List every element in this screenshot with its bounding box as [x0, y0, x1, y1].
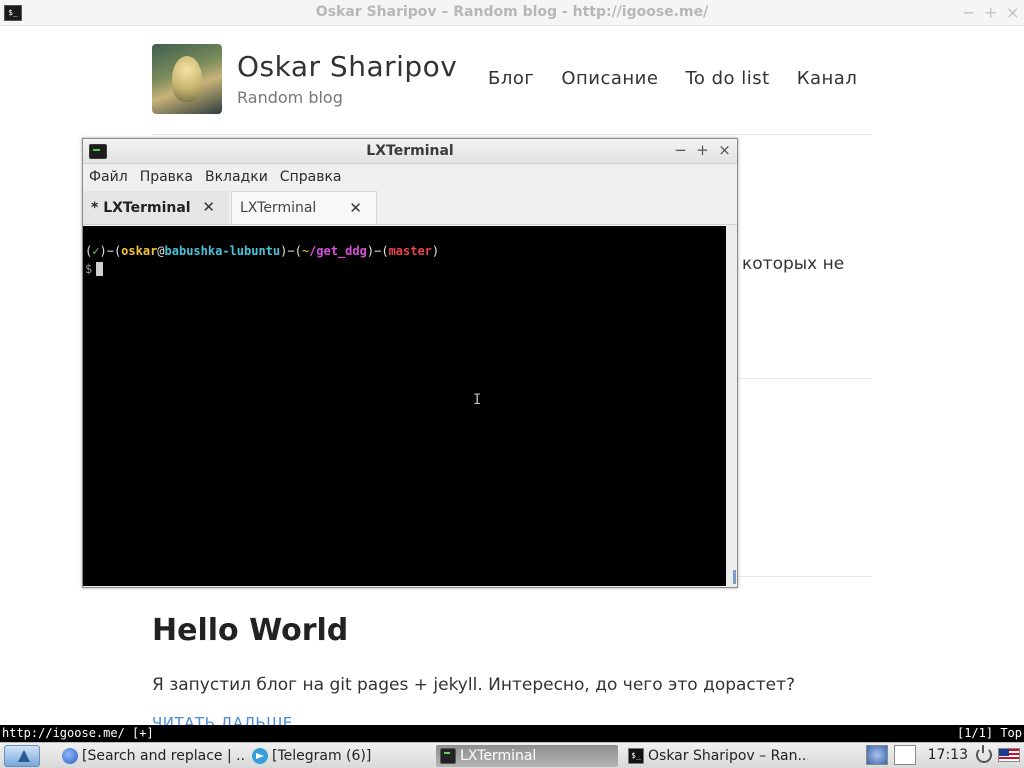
- terminal-output[interactable]: (✓)−(oskar@babushka-lubuntu)−(~/get_ddg)…: [83, 226, 726, 586]
- site-tagline: Random blog: [237, 88, 343, 107]
- terminal-titlebar[interactable]: LXTerminal − + ×: [83, 139, 737, 164]
- terminal-menubar: Файл Правка Вкладки Справка: [83, 165, 737, 189]
- browser-statusbar: http://igoose.me/ [+] [1/1] Top: [0, 725, 1024, 742]
- prompt-home: ~: [301, 244, 310, 258]
- taskbar-item-label: [Telegram (6)]: [272, 748, 372, 764]
- maximize-icon[interactable]: +: [984, 3, 997, 22]
- taskbar-item-label: [Search and replace | ...: [82, 748, 244, 764]
- minimize-icon[interactable]: −: [674, 141, 687, 159]
- clock[interactable]: 17:13: [928, 747, 968, 763]
- taskbar-item-firefox[interactable]: [Search and replace | ...: [58, 745, 244, 767]
- prompt-text: ): [431, 244, 440, 258]
- prompt-host: babushka-lubuntu: [164, 244, 281, 258]
- nav-link-channel[interactable]: Канал: [797, 68, 858, 89]
- nav-link-todo[interactable]: To do list: [685, 68, 769, 89]
- desktop-pager-icon[interactable]: [893, 745, 916, 765]
- status-scroll-position: [1/1] Top: [956, 726, 1022, 740]
- mouse-ibeam-cursor-icon: I: [473, 392, 482, 408]
- taskbar-item-telegram[interactable]: [Telegram (6)]: [248, 745, 430, 767]
- system-tray: 17:13: [865, 745, 1024, 765]
- bird-image: [172, 56, 202, 102]
- prompt-text: ): [366, 244, 375, 258]
- menu-edit[interactable]: Правка: [140, 169, 193, 185]
- terminal-scrollbar[interactable]: [726, 226, 737, 586]
- maximize-icon[interactable]: +: [696, 141, 709, 159]
- minimize-icon[interactable]: −: [962, 3, 975, 22]
- post-excerpt-text: Я запустил блог на git pages + jekyll. И…: [152, 675, 796, 695]
- site-nav: Блог Описание To do list Канал: [488, 68, 857, 89]
- divider: [152, 134, 872, 135]
- prompt-text: (: [294, 244, 302, 258]
- prompt-text: (: [381, 244, 389, 258]
- browser-titlebar: $_ Oskar Sharipov – Random blog - http:/…: [0, 0, 1024, 26]
- terminal-app-icon: $_: [628, 748, 644, 764]
- menu-help[interactable]: Справка: [280, 169, 342, 185]
- tab-label: LXTerminal: [240, 200, 317, 216]
- menu-tabs[interactable]: Вкладки: [205, 169, 268, 185]
- scrollbar-thumb[interactable]: [733, 570, 736, 584]
- avatar[interactable]: [152, 44, 222, 114]
- telegram-icon: [252, 748, 268, 764]
- terminal-window-controls: − + ×: [674, 141, 731, 159]
- nav-link-blog[interactable]: Блог: [488, 68, 534, 89]
- terminal-tab-active[interactable]: * LXTerminal ✕: [83, 191, 229, 224]
- post-title[interactable]: Hello World: [152, 613, 348, 648]
- terminal-tab-inactive[interactable]: LXTerminal ✕: [231, 191, 377, 224]
- tab-close-icon[interactable]: ✕: [202, 198, 215, 216]
- terminal-icon: [440, 748, 456, 764]
- close-icon[interactable]: ×: [1006, 3, 1019, 22]
- nav-link-about[interactable]: Описание: [561, 68, 658, 89]
- status-url: http://igoose.me/ [+]: [2, 726, 154, 740]
- network-icon[interactable]: [865, 745, 888, 765]
- taskbar-item-browser[interactable]: $_ Oskar Sharipov – Ran...: [624, 745, 808, 767]
- taskbar-item-label: LXTerminal: [460, 748, 537, 764]
- prompt-text: @: [157, 244, 165, 258]
- firefox-icon: [62, 748, 78, 764]
- menu-file[interactable]: Файл: [89, 169, 128, 185]
- taskbar-item-terminal[interactable]: LXTerminal: [436, 745, 618, 767]
- terminal-window[interactable]: LXTerminal − + × Файл Правка Вкладки Спр…: [82, 138, 738, 588]
- blog-header: Oskar Sharipov Random blog Блог Описание…: [152, 44, 872, 116]
- text-cursor: [96, 262, 104, 276]
- prompt-directory: /get_ddg: [309, 244, 367, 258]
- close-icon[interactable]: ×: [718, 141, 731, 159]
- prompt-text: −: [287, 244, 295, 258]
- taskbar-item-label: Oskar Sharipov – Ran...: [648, 748, 808, 764]
- prompt-user: oskar: [121, 244, 158, 258]
- tab-close-icon[interactable]: ✕: [349, 199, 362, 217]
- power-icon[interactable]: [976, 745, 992, 763]
- site-title[interactable]: Oskar Sharipov: [237, 50, 457, 83]
- terminal-title: LXTerminal: [366, 143, 454, 159]
- terminal-tab-bar: * LXTerminal ✕ LXTerminal ✕: [83, 189, 737, 225]
- prompt-git-branch: master: [388, 244, 432, 258]
- tab-label: * LXTerminal: [91, 199, 191, 216]
- menu-arrow-icon: [18, 750, 30, 762]
- post-excerpt: которых не: [742, 254, 845, 274]
- window-controls: − + ×: [962, 3, 1019, 22]
- keyboard-layout-flag-icon[interactable]: [998, 748, 1020, 762]
- window-title: Oskar Sharipov – Random blog - http://ig…: [315, 4, 709, 20]
- start-menu-button[interactable]: [4, 745, 40, 767]
- prompt-text: ): [99, 244, 107, 258]
- prompt-symbol: $: [85, 262, 93, 276]
- prompt-text: −: [106, 244, 114, 258]
- taskbar: [Search and replace | ... [Telegram (6)]…: [0, 742, 1024, 768]
